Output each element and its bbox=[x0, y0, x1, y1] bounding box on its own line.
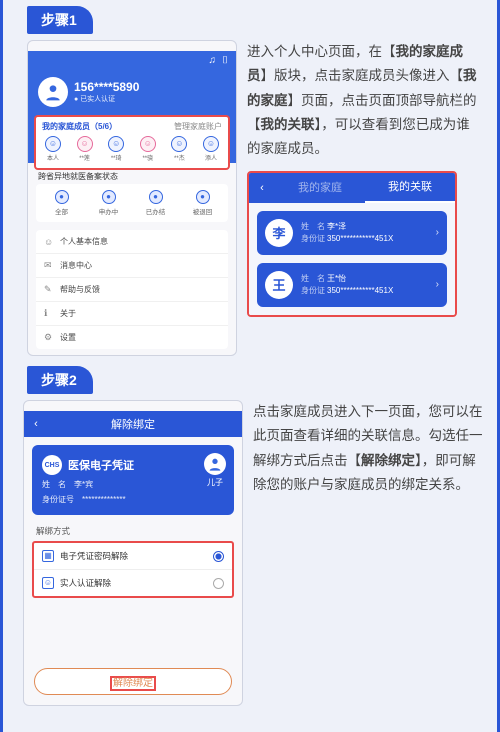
association-item[interactable]: 李姓 名李*泽身份证350***********451X› bbox=[257, 211, 447, 255]
scan-icon: ⌷ bbox=[222, 55, 228, 66]
relative-indicator: 儿子 bbox=[204, 453, 226, 488]
menu-item[interactable]: ⚙设置 bbox=[36, 326, 228, 349]
my-association-panel: ‹ 我的家庭 我的关联 李姓 名李*泽身份证350***********451X… bbox=[247, 171, 457, 317]
voucher-title: 医保电子凭证 bbox=[68, 457, 134, 473]
unbind-method-title: 解绑方式 bbox=[24, 523, 242, 539]
unbind-page-title: 解除绑定 bbox=[48, 416, 218, 432]
family-card-title: 我的家庭成员（5/6） bbox=[42, 121, 117, 132]
radio-icon[interactable] bbox=[213, 551, 224, 562]
family-member-avatar[interactable]: ☺添人 bbox=[200, 136, 222, 162]
bell-icon: ♫ bbox=[209, 55, 217, 66]
family-member-avatar[interactable]: ☺本人 bbox=[42, 136, 64, 162]
family-members-card[interactable]: 我的家庭成员（5/6） 管理家庭账户 ☺本人 ☺**莲 ☺**琦 ☺**骁 ☺**杰 ☺添… bbox=[34, 115, 230, 170]
tab-my-association[interactable]: 我的关联 bbox=[365, 173, 455, 203]
step1-explain-text: 进入个人中心页面，在【我的家庭成员】版块，点击家庭成员头像进入【我的家庭】页面，… bbox=[247, 40, 483, 161]
radio-icon[interactable] bbox=[213, 578, 224, 589]
status-tab[interactable]: ●申办中 bbox=[89, 190, 129, 216]
unbind-option[interactable]: ▦电子凭证密码解除 bbox=[34, 543, 232, 570]
status-tab[interactable]: ●已办结 bbox=[136, 190, 176, 216]
step1-row: ♫ ⌷ 156****5890 ● 已实人认证 我的家庭成员（5/6） 管理 bbox=[3, 34, 497, 366]
association-item[interactable]: 王姓 名王*怡身份证350***********451X› bbox=[257, 263, 447, 307]
unbind-button[interactable]: 解除绑定 bbox=[34, 668, 232, 695]
manage-family-link[interactable]: 管理家庭账户 bbox=[174, 121, 222, 132]
unbind-option[interactable]: ☺实人认证解除 bbox=[34, 570, 232, 596]
family-member-avatar[interactable]: ☺**骁 bbox=[137, 136, 159, 162]
step2-row: ‹ 解除绑定 CHS 医保电子凭证 姓 名 李*宾 身份证号 *********… bbox=[3, 394, 497, 716]
menu-item[interactable]: ✉消息中心 bbox=[36, 254, 228, 278]
menu-item[interactable]: ℹ关于 bbox=[36, 302, 228, 326]
menu-item[interactable]: ☺个人基本信息 bbox=[36, 230, 228, 254]
step1-badge: 步骤1 bbox=[27, 6, 93, 34]
step2-phone-mock: ‹ 解除绑定 CHS 医保电子凭证 姓 名 李*宾 身份证号 *********… bbox=[23, 400, 243, 706]
step1-phone-mock: ♫ ⌷ 156****5890 ● 已实人认证 我的家庭成员（5/6） 管理 bbox=[27, 40, 237, 356]
avatar bbox=[38, 77, 68, 107]
family-member-avatar[interactable]: ☺**琦 bbox=[105, 136, 127, 162]
step2-badge: 步骤2 bbox=[27, 366, 93, 394]
instruction-document: 步骤1 ♫ ⌷ 156****5890 ● 已实人认证 bbox=[0, 0, 500, 732]
verified-badge: ● 已实人认证 bbox=[74, 94, 139, 104]
family-member-avatar[interactable]: ☺**杰 bbox=[168, 136, 190, 162]
tab-my-family[interactable]: 我的家庭 bbox=[275, 179, 365, 199]
user-phone: 156****5890 bbox=[74, 80, 139, 94]
profile-header: ♫ ⌷ 156****5890 ● 已实人认证 我的家庭成员（5/6） 管理 bbox=[28, 51, 236, 163]
family-member-avatar[interactable]: ☺**莲 bbox=[74, 136, 96, 162]
status-tab[interactable]: ●全部 bbox=[42, 190, 82, 216]
back-icon[interactable]: ‹ bbox=[24, 418, 48, 430]
status-tab[interactable]: ●被退回 bbox=[183, 190, 223, 216]
menu-item[interactable]: ✎帮助与反馈 bbox=[36, 278, 228, 302]
chs-badge-icon: CHS bbox=[42, 455, 62, 475]
step2-explain-text: 点击家庭成员进入下一页面，您可以在此页面查看详细的关联信息。勾选任一解绑方式后点… bbox=[253, 400, 483, 497]
back-icon[interactable]: ‹ bbox=[249, 179, 275, 199]
insurance-voucher-card: CHS 医保电子凭证 姓 名 李*宾 身份证号 ************** 儿… bbox=[32, 445, 234, 515]
